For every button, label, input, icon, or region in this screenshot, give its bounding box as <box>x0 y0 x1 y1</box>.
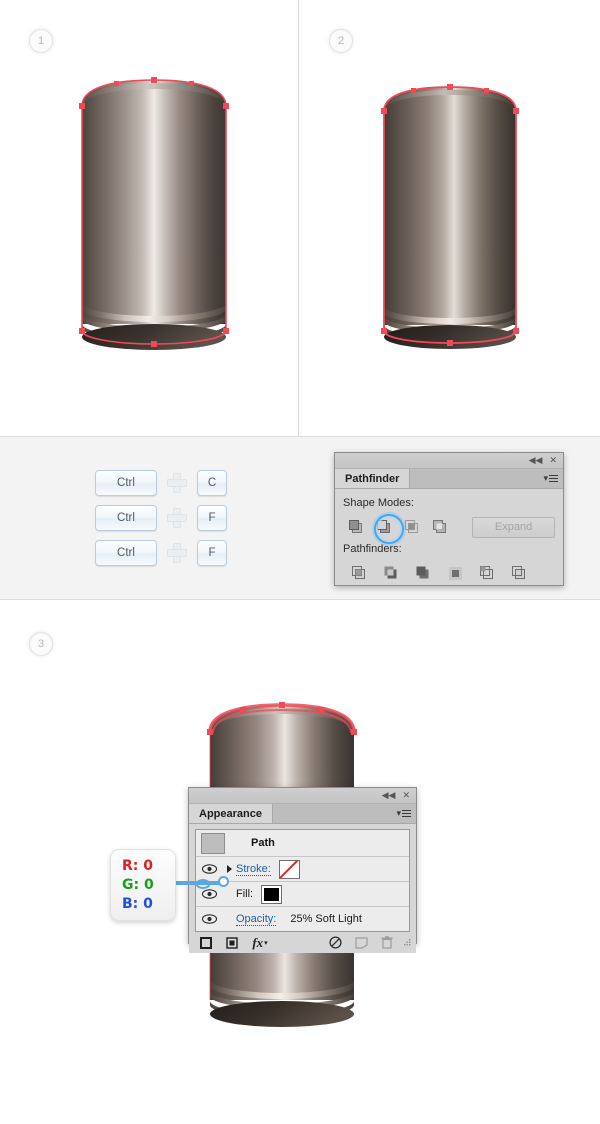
collapse-icon[interactable]: ◀◀ <box>382 791 396 800</box>
appearance-row-fill[interactable]: Fill: <box>196 882 409 907</box>
object-label: Path <box>251 837 275 849</box>
appearance-titlebar: ◀◀ ✕ <box>189 788 416 804</box>
appearance-tabbar: Appearance ▾ <box>189 804 416 824</box>
key-c[interactable]: C <box>197 470 227 496</box>
tutorial-page: 思缘设计论坛 WWW.MISSYUAN.COM 1 2 3 <box>0 0 600 1124</box>
shortcut-row-3: Ctrl F <box>95 540 227 566</box>
add-new-effect-button[interactable]: fx ▾ <box>245 932 275 953</box>
disclosure-triangle-icon[interactable] <box>222 865 236 873</box>
rgb-red-value: 0 <box>143 857 154 874</box>
panel-menu-icon[interactable]: ▾ <box>543 473 558 484</box>
key-f-1[interactable]: F <box>197 505 227 531</box>
outline-button[interactable] <box>471 560 503 586</box>
key-f-2[interactable]: F <box>197 540 227 566</box>
rgb-red-line: R: 0 <box>122 857 175 876</box>
panel-menu-icon[interactable]: ▾ <box>396 808 411 819</box>
close-icon[interactable]: ✕ <box>549 456 557 465</box>
key-ctrl-1[interactable]: Ctrl <box>95 470 157 496</box>
step-badge-1: 1 <box>29 29 53 53</box>
eye-icon[interactable] <box>196 864 222 874</box>
pathfinders-row <box>343 560 555 586</box>
cylinder-step-1 <box>78 76 230 352</box>
key-ctrl-3[interactable]: Ctrl <box>95 540 157 566</box>
pathfinder-menu-area: ▾ <box>410 469 563 488</box>
cylinder-artwork-1 <box>79 77 229 350</box>
clear-appearance-button[interactable] <box>322 932 348 953</box>
plus-icon-1 <box>166 472 188 494</box>
expand-button[interactable]: Expand <box>472 516 555 538</box>
trim-button[interactable] <box>375 560 407 586</box>
eye-icon[interactable] <box>196 914 222 924</box>
minus-front-button[interactable] <box>371 514 404 544</box>
appearance-menu-area: ▾ <box>273 804 416 823</box>
pathfinder-panel[interactable]: ◀◀ ✕ Pathfinder ▾ Shape Modes: Expand Pa… <box>334 452 564 586</box>
callout-eye-highlight <box>195 876 211 889</box>
pathfinder-titlebar: ◀◀ ✕ <box>335 453 563 469</box>
appearance-panel[interactable]: ◀◀ ✕ Appearance ▾ Path Stroke: Fill: Opa… <box>188 787 417 953</box>
shortcut-row-1: Ctrl C <box>95 470 227 496</box>
opacity-label[interactable]: Opacity: <box>236 913 277 926</box>
rgb-blue-line: B: 0 <box>122 895 175 914</box>
appearance-footer: fx ▾ <box>189 932 416 953</box>
pathfinders-label: Pathfinders: <box>343 543 402 555</box>
object-thumbnail <box>201 832 225 854</box>
cylinder-artwork-2 <box>381 84 519 349</box>
minus-back-button[interactable] <box>503 560 535 586</box>
eye-icon[interactable] <box>196 889 222 899</box>
cylinder-step-2 <box>380 83 520 353</box>
duplicate-selected-item-button[interactable] <box>348 932 374 953</box>
collapse-icon[interactable]: ◀◀ <box>529 456 543 465</box>
add-new-stroke-button[interactable] <box>193 932 219 953</box>
rgb-green-line: G: 0 <box>122 876 175 895</box>
rgb-blue-value: 0 <box>143 895 153 912</box>
merge-button[interactable] <box>407 560 439 586</box>
step-badge-3: 3 <box>29 632 53 656</box>
fill-label[interactable]: Fill: <box>236 888 253 900</box>
intersect-button[interactable] <box>399 514 427 540</box>
plus-icon-2 <box>166 507 188 529</box>
close-icon[interactable]: ✕ <box>402 791 410 800</box>
rgb-blue-label: B: <box>122 895 139 912</box>
opacity-value: 25% Soft Light <box>290 913 362 925</box>
callout-endpoint-dot <box>218 876 229 887</box>
plus-icon-3 <box>166 542 188 564</box>
pathfinder-body: Shape Modes: Expand Pathfinders: <box>335 489 563 594</box>
shortcut-row-2: Ctrl F <box>95 505 227 531</box>
stroke-swatch-none[interactable] <box>278 859 300 879</box>
fill-swatch-black[interactable] <box>261 884 283 904</box>
shape-modes-row: Expand <box>343 514 555 544</box>
appearance-row-opacity[interactable]: Opacity: 25% Soft Light <box>196 907 409 931</box>
crop-button[interactable] <box>439 560 471 586</box>
delete-selected-item-button[interactable] <box>374 932 400 953</box>
tab-pathfinder[interactable]: Pathfinder <box>335 469 411 488</box>
resize-grip[interactable] <box>402 938 412 948</box>
step-badge-2: 2 <box>329 29 353 53</box>
add-new-fill-button[interactable] <box>219 932 245 953</box>
exclude-button[interactable] <box>426 514 454 540</box>
unite-button[interactable] <box>343 514 371 540</box>
rgb-color-callout: R: 0 G: 0 B: 0 <box>110 849 176 921</box>
appearance-object-row[interactable]: Path <box>196 830 409 857</box>
stroke-label[interactable]: Stroke: <box>236 863 271 876</box>
tab-appearance[interactable]: Appearance <box>189 804 273 823</box>
pathfinder-tabbar: Pathfinder ▾ <box>335 469 563 489</box>
keyboard-shortcuts: Ctrl C Ctrl F Ctrl F <box>95 470 227 575</box>
key-ctrl-2[interactable]: Ctrl <box>95 505 157 531</box>
divide-button[interactable] <box>343 560 375 586</box>
rgb-green-label: G: <box>122 876 140 893</box>
rgb-green-value: 0 <box>143 876 154 893</box>
shape-modes-label: Shape Modes: <box>343 497 414 509</box>
rgb-red-label: R: <box>122 857 139 874</box>
